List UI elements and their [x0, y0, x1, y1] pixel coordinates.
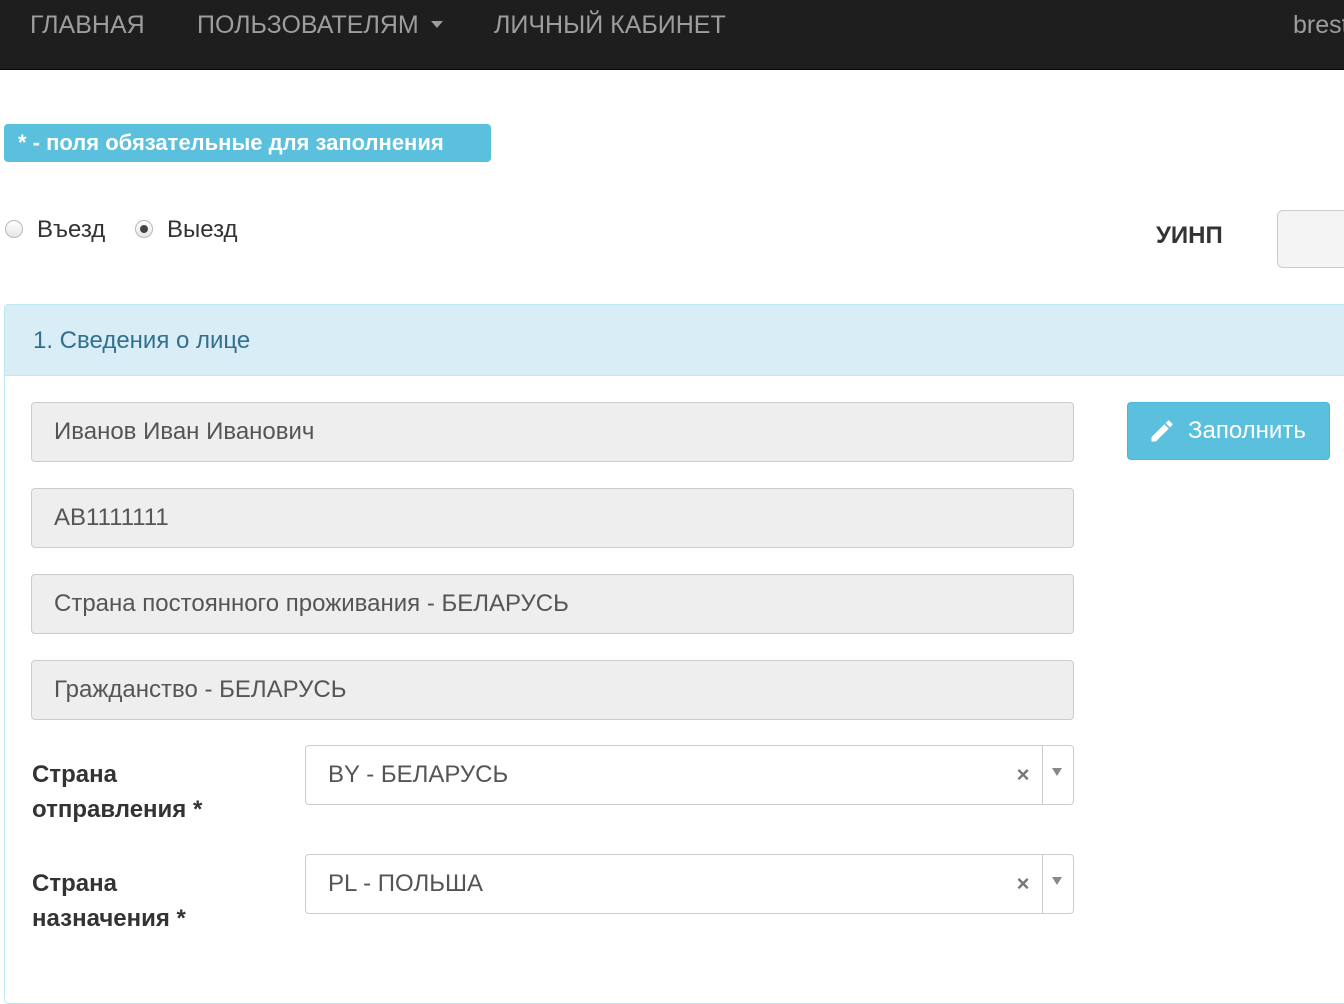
nav-cabinet-link[interactable]: ЛИЧНЫЙ КАБИНЕТ: [494, 0, 726, 50]
radio-entry-control[interactable]: [5, 219, 23, 238]
nav-home-link[interactable]: ГЛАВНАЯ: [30, 0, 145, 50]
departure-country-value: BY - БЕЛАРУСЬ: [328, 761, 509, 788]
destination-country-value: PL - ПОЛЬША: [328, 870, 483, 897]
full-name-field[interactable]: Иванов Иван Иванович: [31, 402, 1074, 462]
clear-icon[interactable]: ×: [1011, 855, 1035, 913]
fill-button-label: Заполнить: [1188, 417, 1306, 444]
radio-exit-label: Выезд: [167, 216, 238, 243]
passport-number-field[interactable]: AB1111111: [31, 488, 1074, 548]
caret-down-icon: [430, 21, 443, 29]
required-fields-notice: * - поля обязательные для заполнения: [4, 124, 491, 162]
top-navbar: ГЛАВНАЯ ПОЛЬЗОВАТЕЛЯМ ЛИЧНЫЙ КАБИНЕТ bre…: [0, 0, 1344, 70]
destination-label-line1: Страна: [32, 870, 117, 897]
chevron-down-icon[interactable]: [1052, 768, 1062, 776]
residence-country-field[interactable]: Страна постоянного проживания - БЕЛАРУСЬ: [31, 574, 1074, 634]
departure-label-line1: Страна: [32, 761, 117, 788]
clear-icon[interactable]: ×: [1011, 746, 1035, 804]
pencil-icon: [1151, 420, 1173, 442]
panel-heading: 1. Сведения о лице: [5, 305, 1344, 376]
fill-button[interactable]: Заполнить: [1127, 402, 1330, 460]
uinp-input[interactable]: [1277, 210, 1344, 268]
radio-entry[interactable]: Въезд: [5, 214, 105, 246]
select-separator: [1042, 746, 1043, 804]
radio-exit[interactable]: Выезд: [135, 214, 238, 246]
destination-country-select[interactable]: PL - ПОЛЬША ×: [305, 854, 1074, 914]
departure-country-label: Страна отправления *: [32, 757, 282, 827]
nav-users-dropdown[interactable]: ПОЛЬЗОВАТЕЛЯМ: [197, 0, 443, 50]
departure-label-line2: отправления *: [32, 796, 203, 823]
nav-user-link[interactable]: brest: [1293, 0, 1344, 50]
radio-exit-control[interactable]: [135, 219, 153, 238]
nav-users-label: ПОЛЬЗОВАТЕЛЯМ: [197, 11, 419, 39]
uinp-label: УИНП: [1156, 222, 1223, 249]
chevron-down-icon[interactable]: [1052, 877, 1062, 885]
select-separator: [1042, 855, 1043, 913]
panel-title: 1. Сведения о лице: [33, 327, 251, 354]
citizenship-field[interactable]: Гражданство - БЕЛАРУСЬ: [31, 660, 1074, 720]
radio-entry-label: Въезд: [37, 216, 106, 243]
destination-country-label: Страна назначения *: [32, 866, 282, 936]
departure-country-select[interactable]: BY - БЕЛАРУСЬ ×: [305, 745, 1074, 805]
